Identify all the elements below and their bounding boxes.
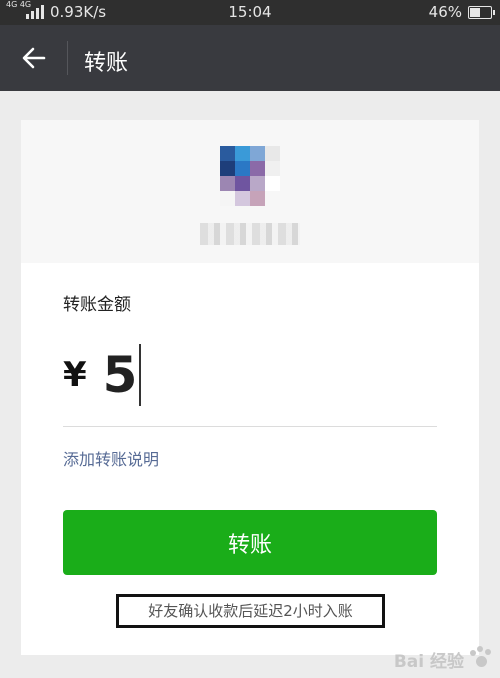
amount-label: 转账金额 — [63, 295, 131, 315]
avatar-pixel — [265, 161, 280, 176]
arrow-left-icon — [22, 47, 46, 69]
avatar-pixel — [220, 191, 235, 206]
amount-row: ¥ — [63, 340, 141, 410]
nav-divider — [67, 41, 68, 75]
avatar-pixel — [265, 146, 280, 161]
currency-symbol: ¥ — [63, 355, 87, 395]
avatar-pixel — [265, 191, 280, 206]
delay-notice: 好友确认收款后延迟2小时入账 — [116, 594, 385, 628]
page-title: 转账 — [84, 51, 129, 76]
avatar-pixel — [220, 161, 235, 176]
paw-icon — [468, 646, 494, 672]
payee-section — [21, 120, 479, 263]
text-cursor — [138, 344, 141, 406]
avatar-pixel — [250, 191, 265, 206]
avatar-pixel — [235, 176, 250, 191]
avatar-pixel — [235, 161, 250, 176]
transfer-button[interactable]: 转账 — [63, 510, 437, 575]
watermark: Bai 经验 — [394, 646, 494, 672]
add-note-link[interactable]: 添加转账说明 — [63, 446, 159, 470]
battery-icon — [468, 5, 495, 19]
avatar-pixel — [220, 146, 235, 161]
avatar-pixel — [250, 176, 265, 191]
amount-underline — [63, 426, 437, 427]
payee-name-blurred — [200, 223, 300, 245]
status-time: 15:04 — [228, 3, 272, 21]
back-button[interactable] — [22, 47, 46, 69]
avatar[interactable] — [220, 146, 280, 206]
nav-bar: 转账 — [0, 25, 500, 91]
avatar-pixel — [235, 191, 250, 206]
amount-input[interactable] — [102, 343, 139, 407]
transfer-card: 转账金额 ¥ 添加转账说明 转账 好友确认收款后延迟2小时入账 — [21, 120, 479, 655]
status-bar: 4G 4G 0.93K/s 15:04 46% — [0, 0, 500, 25]
avatar-pixel — [235, 146, 250, 161]
status-right: 46% — [428, 3, 495, 21]
avatar-pixel — [250, 146, 265, 161]
avatar-pixel — [265, 176, 280, 191]
avatar-pixel — [250, 161, 265, 176]
battery-percent: 46% — [428, 3, 462, 21]
avatar-pixel — [220, 176, 235, 191]
watermark-text: Bai 经验 — [393, 651, 464, 672]
